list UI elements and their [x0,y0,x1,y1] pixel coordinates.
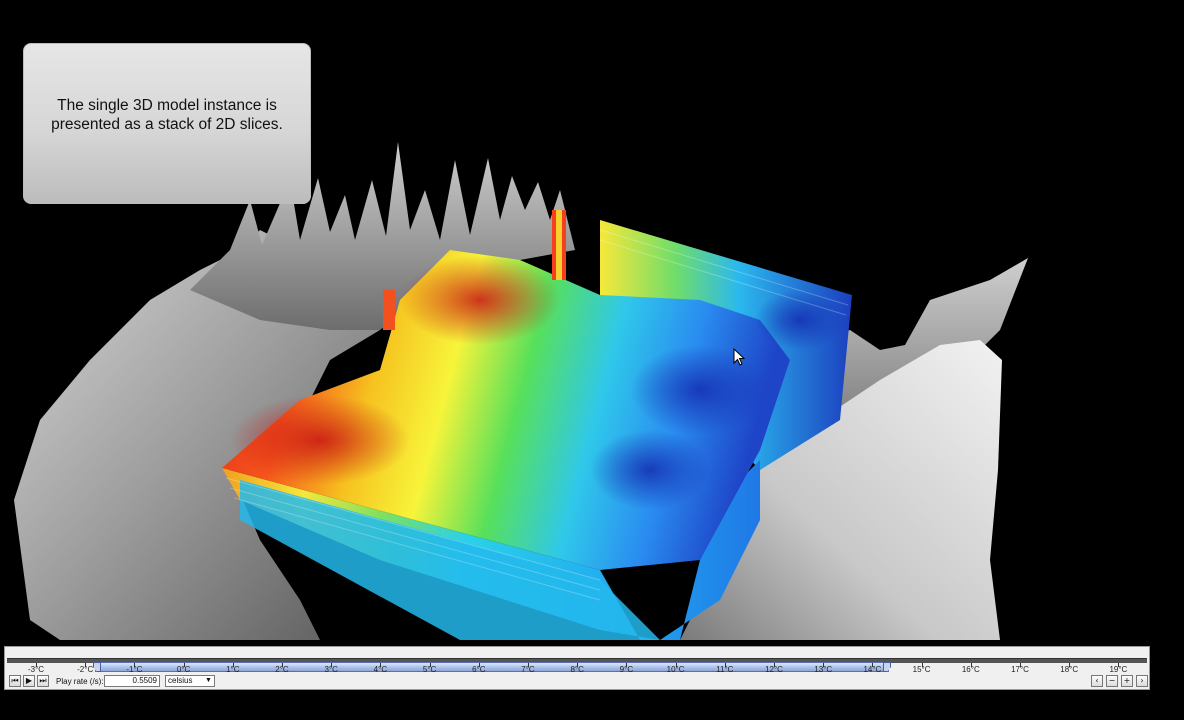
unit-select-value: celsius [168,676,193,685]
tick-label: 7°C [521,665,535,674]
tick-label: 8°C [570,665,584,674]
tick-label: 15°C [912,665,931,674]
tick-label: -3°C [27,665,45,674]
tick-label: 3°C [324,665,338,674]
tick-label: 5°C [422,665,437,674]
chevron-left-icon[interactable]: ‹ [1091,675,1103,687]
play-rate-input[interactable]: 0.5509 [104,675,160,687]
range-end-handle[interactable] [883,662,891,672]
skip-back-icon[interactable]: ⏮ [9,675,21,687]
tick-label: 6°C [472,665,486,674]
play-icon[interactable]: ▶ [23,675,35,687]
tick-label: 17°C [1011,665,1029,674]
tick-label: 18°C [1060,665,1079,674]
tick-label: 13°C [814,665,833,674]
minus-icon[interactable]: − [1106,675,1118,687]
tick-label: 11°C [716,665,734,674]
plus-icon[interactable]: + [1121,675,1133,687]
skip-forward-icon[interactable]: ⏭ [37,675,49,687]
tick-label: 4°C [373,665,388,674]
tick-label: 9°C [619,665,634,674]
unit-select[interactable]: celsius ▼ [165,675,215,687]
playback-controls: ⏮ ▶ ⏭ Play rate (/s): 0.5509 celsius ▼ ‹… [5,675,1149,689]
caption-text: The single 3D model instance is presente… [51,96,283,133]
tick-label: 14°C [863,665,882,674]
tick-label: 10°C [666,665,685,674]
tick-label: 2°C [275,665,289,674]
chevron-down-icon: ▼ [205,677,212,684]
chevron-right-icon[interactable]: › [1136,675,1148,687]
tick-label: 19°C [1109,665,1128,674]
timeline-panel: -3°C -2°C -1°C 0°C 1°C 2°C 3°C 4°C 5°C 6°C 7°C 8°C 9… [4,646,1150,690]
tick-label: -1°C [126,665,143,674]
caption-box: The single 3D model instance is presente… [23,43,311,204]
play-rate-label: Play rate (/s): [56,677,104,686]
mouse-cursor-icon [733,348,745,366]
tick-label: 12°C [765,665,783,674]
tick-label: -2°C [77,665,94,674]
tick-label: 16°C [961,665,980,674]
tick-label: 0°C [176,665,191,674]
tick-label: 1°C [226,665,240,674]
